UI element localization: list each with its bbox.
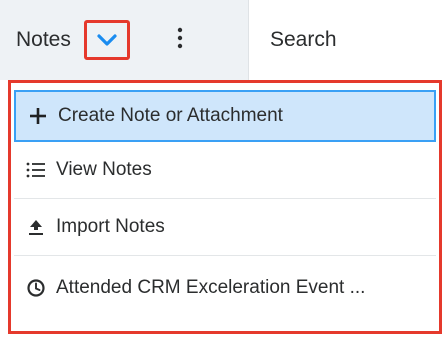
chevron-down-icon bbox=[96, 33, 118, 47]
divider bbox=[248, 0, 249, 80]
menu-item-import-notes[interactable]: Import Notes bbox=[14, 199, 436, 256]
upload-icon bbox=[26, 217, 56, 237]
list-icon bbox=[26, 161, 56, 179]
menu-item-label: Attended CRM Exceleration Event ... bbox=[56, 277, 366, 298]
notes-tab[interactable]: Notes bbox=[0, 0, 248, 80]
menu-item-create-note[interactable]: Create Note or Attachment bbox=[14, 90, 436, 142]
notes-tab-label[interactable]: Notes bbox=[16, 26, 71, 54]
top-navigation-bar: Notes Search bbox=[0, 0, 446, 80]
kebab-icon bbox=[177, 27, 183, 54]
notes-dropdown-button[interactable] bbox=[84, 20, 130, 60]
menu-item-view-notes[interactable]: View Notes bbox=[14, 142, 436, 199]
menu-item-label: Import Notes bbox=[56, 216, 165, 237]
notes-dropdown-menu: Create Note or Attachment View Notes Imp… bbox=[8, 80, 442, 334]
menu-item-label: View Notes bbox=[56, 159, 152, 180]
plus-icon bbox=[28, 106, 58, 126]
more-options-button[interactable] bbox=[168, 24, 192, 56]
menu-item-attended-event[interactable]: Attended CRM Exceleration Event ... bbox=[14, 256, 436, 320]
menu-item-label: Create Note or Attachment bbox=[58, 105, 283, 126]
clock-icon bbox=[26, 278, 56, 298]
search-label[interactable]: Search bbox=[270, 26, 337, 54]
